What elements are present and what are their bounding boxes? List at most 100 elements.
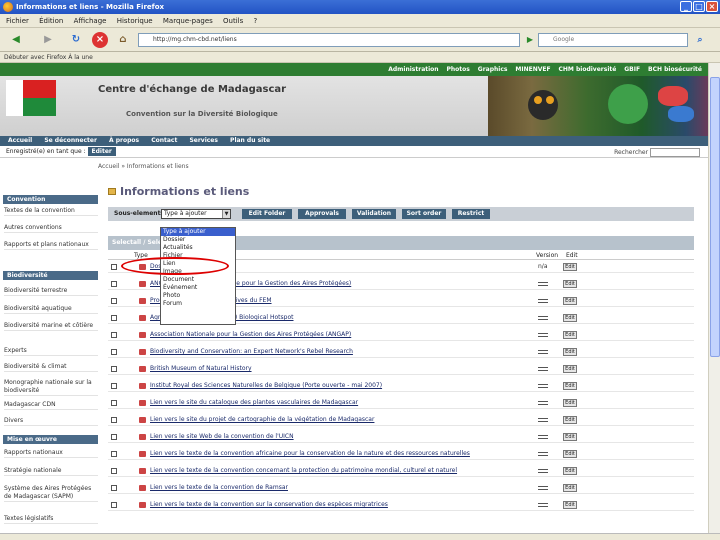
dropdown-option[interactable]: Document (161, 276, 235, 284)
approvals-button[interactable]: Approvals (298, 209, 346, 219)
menu-item[interactable]: Édition (39, 17, 63, 25)
edit-icon[interactable]: Edit (563, 297, 577, 305)
nav-services[interactable]: Services (189, 137, 218, 144)
edit-folder-button[interactable]: Edit Folder (242, 209, 292, 219)
table-row[interactable]: Lien vers le texte de la convention sur … (108, 499, 694, 511)
sort-order-button[interactable]: Sort order (402, 209, 446, 219)
sidebar-item[interactable]: Divers (4, 417, 98, 426)
topnav-link[interactable]: GBIF (624, 66, 640, 73)
sort-handle-icon[interactable] (538, 384, 548, 388)
vertical-scrollbar[interactable] (708, 63, 720, 533)
forward-icon[interactable]: ▶ (40, 32, 56, 48)
minimize-icon[interactable]: _ (680, 1, 692, 12)
sort-handle-icon[interactable] (538, 333, 548, 337)
sidebar-item[interactable]: Autres conventions (4, 224, 98, 233)
sidebar-item[interactable]: Textes de la convention (4, 207, 98, 216)
menu-item[interactable]: Historique (117, 17, 153, 25)
chevron-down-icon[interactable]: ▼ (222, 210, 230, 218)
site-search-input[interactable] (650, 148, 700, 157)
dropdown-option[interactable]: Photo (161, 292, 235, 300)
row-checkbox[interactable] (111, 315, 117, 321)
nav-deconnecter[interactable]: Se déconnecter (44, 137, 97, 144)
edit-icon[interactable]: Edit (563, 365, 577, 373)
table-row[interactable]: Lien vers le texte de la convention de R… (108, 482, 694, 494)
topnav-link[interactable]: Photos (447, 66, 470, 73)
topnav-link[interactable]: BCH biosécurité (648, 66, 702, 73)
sort-handle-icon[interactable] (538, 452, 548, 456)
sidebar-item[interactable]: Stratégie nationale (4, 467, 98, 476)
row-checkbox[interactable] (111, 502, 117, 508)
sort-handle-icon[interactable] (538, 316, 548, 320)
add-item-dropdown[interactable]: Type à ajouter Dossier Actualités Fichie… (160, 227, 236, 325)
sidebar-item[interactable]: Rapports nationaux (4, 449, 98, 458)
edit-icon[interactable]: Edit (563, 263, 577, 271)
sidebar-item[interactable]: Système des Aires Protégées de Madagasca… (4, 485, 98, 502)
table-row[interactable]: Lien vers le site du catalogue des plant… (108, 397, 694, 409)
sidebar-item[interactable]: Textes législatifs (4, 515, 98, 524)
row-checkbox[interactable] (111, 264, 117, 270)
dropdown-option[interactable]: Dossier (161, 236, 235, 244)
row-checkbox[interactable] (111, 468, 117, 474)
edit-icon[interactable]: Edit (563, 314, 577, 322)
sort-handle-icon[interactable] (538, 418, 548, 422)
sidebar-item[interactable]: Rapports et plans nationaux (4, 241, 98, 250)
row-checkbox[interactable] (111, 349, 117, 355)
table-row[interactable]: Biodiversity and Conservation: an Expert… (108, 346, 694, 358)
row-checkbox[interactable] (111, 434, 117, 440)
menu-item[interactable]: Fichier (6, 17, 29, 25)
restrict-button[interactable]: Restrict (452, 209, 490, 219)
stop-icon[interactable]: × (92, 32, 108, 48)
maximize-icon[interactable]: □ (693, 1, 705, 12)
menu-item[interactable]: Affichage (74, 17, 107, 25)
sort-handle-icon[interactable] (538, 282, 548, 286)
sort-handle-icon[interactable] (538, 486, 548, 490)
edit-icon[interactable]: Edit (563, 348, 577, 356)
dropdown-option[interactable]: Actualités (161, 244, 235, 252)
nav-contact[interactable]: Contact (151, 137, 177, 144)
sort-handle-icon[interactable] (538, 503, 548, 507)
row-title[interactable]: Biodiversity and Conservation: an Expert… (150, 346, 353, 358)
add-item-select[interactable]: Type à ajouter ▼ (161, 209, 231, 219)
dropdown-option[interactable]: Événement (161, 284, 235, 292)
sort-handle-icon[interactable] (538, 401, 548, 405)
edit-icon[interactable]: Edit (563, 331, 577, 339)
topnav-link[interactable]: Graphics (478, 66, 508, 73)
table-row[interactable]: Institut Royal des Sciences Naturelles d… (108, 380, 694, 392)
edit-icon[interactable]: Edit (563, 382, 577, 390)
home-icon[interactable]: ⌂ (115, 32, 131, 48)
nav-plan[interactable]: Plan du site (230, 137, 270, 144)
scrollbar-thumb[interactable] (710, 77, 720, 357)
sidebar-item[interactable]: Monographie nationale sur la biodiversit… (4, 379, 98, 396)
sidebar-item[interactable]: Biodiversité aquatique (4, 305, 98, 314)
sort-handle-icon[interactable] (538, 435, 548, 439)
table-row[interactable]: Lien vers le texte de la convention conc… (108, 465, 694, 477)
row-checkbox[interactable] (111, 485, 117, 491)
edit-icon[interactable]: Edit (563, 501, 577, 509)
row-checkbox[interactable] (111, 332, 117, 338)
edit-icon[interactable]: Edit (563, 467, 577, 475)
sidebar-item[interactable]: Madagascar CDN (4, 401, 98, 410)
go-icon[interactable]: ▶ (522, 32, 538, 48)
search-icon[interactable]: ⌕ (692, 32, 708, 48)
table-row[interactable]: Association Nationale pour la Gestion de… (108, 329, 694, 341)
edit-icon[interactable]: Edit (563, 280, 577, 288)
table-row[interactable]: Lien vers le site du projet de cartograp… (108, 414, 694, 426)
row-title[interactable]: Lien vers le texte de la convention afri… (150, 448, 470, 460)
row-checkbox[interactable] (111, 383, 117, 389)
sort-handle-icon[interactable] (538, 469, 548, 473)
row-title[interactable]: Lien vers le texte de la convention sur … (150, 499, 388, 511)
sort-handle-icon[interactable] (538, 299, 548, 303)
row-title[interactable]: Lien vers le site du projet de cartograp… (150, 414, 374, 426)
back-icon[interactable]: ◀ (8, 32, 24, 48)
sidebar-item[interactable]: Biodiversité marine et côtière (4, 322, 98, 331)
topnav-link[interactable]: Administration (388, 66, 438, 73)
dropdown-option[interactable]: Forum (161, 300, 235, 308)
row-title[interactable]: Association Nationale pour la Gestion de… (150, 329, 351, 341)
row-checkbox[interactable] (111, 366, 117, 372)
sort-handle-icon[interactable] (538, 350, 548, 354)
validation-button[interactable]: Validation (352, 209, 396, 219)
table-row[interactable]: British Museum of Natural History Edit (108, 363, 694, 375)
url-input[interactable]: http://mg.chm-cbd.net/liens (138, 33, 520, 47)
menu-item[interactable]: ? (254, 17, 258, 25)
row-title[interactable]: Lien vers le site Web de la convention d… (150, 431, 294, 443)
